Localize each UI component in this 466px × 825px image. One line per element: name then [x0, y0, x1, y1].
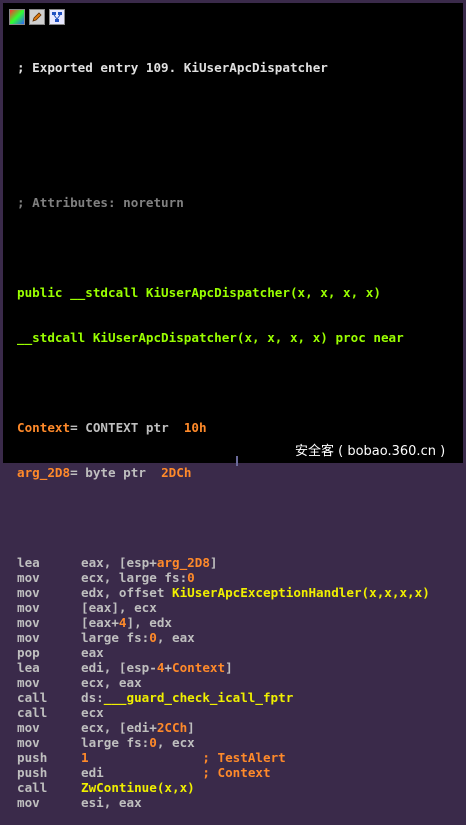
mnemonic: mov: [17, 600, 40, 615]
view-toolbar: [6, 6, 460, 28]
operand-part: , ecx: [156, 735, 195, 750]
operand-part: large fs:: [81, 630, 150, 645]
mnemonic: lea: [17, 660, 40, 675]
instruction-line[interactable]: call ZwContinue(x,x): [17, 780, 458, 795]
instruction-line[interactable]: pop eax: [17, 645, 458, 660]
scroll-indicator[interactable]: [236, 456, 238, 466]
operand-part: 0: [187, 570, 195, 585]
operand-part: Context: [172, 660, 226, 675]
operand-part: ]: [187, 720, 195, 735]
instruction-line[interactable]: call ds:___guard_check_icall_fptr: [17, 690, 458, 705]
operand-part: ecx, large fs:: [81, 570, 188, 585]
mnemonic: mov: [17, 735, 40, 750]
instruction-line[interactable]: call ecx: [17, 705, 458, 720]
instruction-line[interactable]: mov edx, offset KiUserApcExceptionHandler…: [17, 585, 458, 600]
mnemonic: mov: [17, 615, 40, 630]
operand-part: large fs:: [81, 735, 150, 750]
var-arg-2d8[interactable]: arg_2D8= byte ptr 2DCh: [17, 465, 458, 480]
mnemonic: call: [17, 705, 48, 720]
mnemonic: mov: [17, 630, 40, 645]
operand-part: 0: [149, 735, 157, 750]
mnemonic: pop: [17, 645, 40, 660]
operand-part: edx, offset: [81, 585, 172, 600]
instruction-line[interactable]: push 1 ; TestAlert: [17, 750, 458, 765]
operand-part: esi, eax: [81, 795, 142, 810]
operand-part: ZwContinue(x,x): [81, 780, 195, 795]
operand-part: edi: [81, 765, 104, 780]
operand-part: 4: [118, 615, 127, 630]
edit-pencil-icon[interactable]: [29, 9, 45, 25]
mnemonic: lea: [17, 555, 40, 570]
operand-part: ecx, eax: [81, 675, 142, 690]
operand-part: ]: [209, 555, 218, 570]
operand-part: ecx, [edi+: [81, 720, 157, 735]
instruction-line[interactable]: push edi ; Context: [17, 765, 458, 780]
attributes-comment: ; Attributes: noreturn: [17, 195, 184, 210]
operand-part: [89, 750, 203, 765]
operand-part: 0: [149, 630, 157, 645]
mnemonic: mov: [17, 675, 40, 690]
instruction-line[interactable]: mov [eax+4], edx: [17, 615, 458, 630]
mnemonic: push: [17, 765, 48, 780]
instruction-line[interactable]: mov ecx, [edi+2CCh]: [17, 720, 458, 735]
graph-overview-icon[interactable]: [9, 9, 25, 25]
mnemonic: mov: [17, 585, 40, 600]
operand-part: [104, 765, 203, 780]
operand-part: ]: [225, 660, 233, 675]
var-context[interactable]: Context= CONTEXT ptr 10h: [17, 420, 458, 435]
operand-part: 1: [81, 750, 89, 765]
instruction-line[interactable]: mov esi, eax: [17, 795, 458, 810]
mnemonic: mov: [17, 720, 40, 735]
assembly-listing: ; Exported entry 109. KiUserApcDispatche…: [17, 30, 458, 825]
operand-part: ; Context: [202, 765, 271, 780]
mnemonic: push: [17, 750, 48, 765]
public-declaration[interactable]: public __stdcall KiUserApcDispatcher(x, …: [17, 285, 458, 300]
instruction-line[interactable]: lea edi, [esp-4+Context]: [17, 660, 458, 675]
operand-part: 4: [156, 660, 165, 675]
watermark: 安全客 ( bobao.360.cn ): [295, 444, 446, 459]
operand-part: 2CCh: [156, 720, 188, 735]
operand-part: eax: [81, 645, 104, 660]
operand-part: , eax: [156, 630, 195, 645]
mnemonic: mov: [17, 795, 40, 810]
instruction-line[interactable]: mov large fs:0, eax: [17, 630, 458, 645]
operand-part: ___guard_check_icall_fptr: [103, 690, 294, 705]
operand-part: [eax], ecx: [81, 600, 157, 615]
instruction-line[interactable]: mov large fs:0, ecx: [17, 735, 458, 750]
operand-part: arg_2D8: [156, 555, 210, 570]
operand-part: [eax+: [81, 615, 119, 630]
instruction-line[interactable]: lea eax, [esp+arg_2D8]: [17, 555, 458, 570]
operand-part: ds:: [81, 690, 104, 705]
operand-part: edi, [esp-: [81, 660, 157, 675]
instruction-line[interactable]: mov ecx, large fs:0: [17, 570, 458, 585]
mnemonic: mov: [17, 570, 40, 585]
operand-part: KiUserApcExceptionHandler(x,x,x,x): [172, 585, 430, 600]
mnemonic: call: [17, 690, 48, 705]
mnemonic: call: [17, 780, 48, 795]
operand-part: ; TestAlert: [202, 750, 286, 765]
operand-part: eax, [esp+: [81, 555, 157, 570]
operand-part: +: [164, 660, 173, 675]
instruction-line[interactable]: mov [eax], ecx: [17, 600, 458, 615]
operand-part: ], edx: [126, 615, 173, 630]
proc-declaration[interactable]: __stdcall KiUserApcDispatcher(x, x, x, x…: [17, 330, 458, 345]
instruction-line[interactable]: mov ecx, eax: [17, 675, 458, 690]
flowchart-icon[interactable]: [49, 9, 65, 25]
exported-entry-comment: ; Exported entry 109. KiUserApcDispatche…: [17, 60, 328, 75]
operand-part: ecx: [81, 705, 104, 720]
